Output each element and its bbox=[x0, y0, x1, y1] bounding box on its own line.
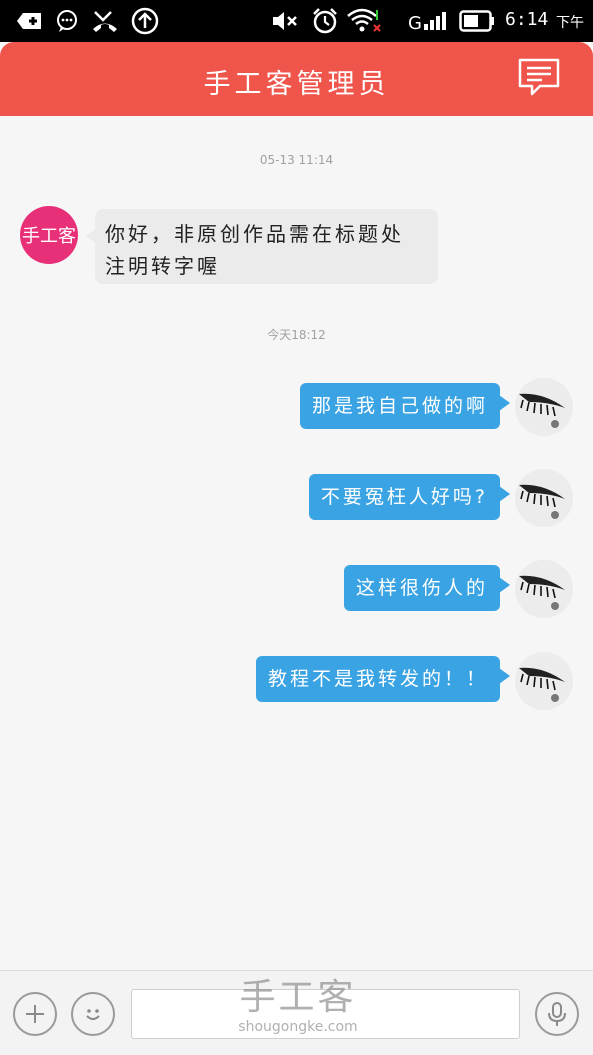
signal-icon: G bbox=[408, 8, 454, 34]
message-bubble-icon bbox=[54, 8, 80, 34]
user-avatar[interactable] bbox=[515, 560, 573, 618]
outgoing-message[interactable]: 那是我自己做的啊 bbox=[299, 383, 511, 429]
missed-call-icon bbox=[90, 8, 120, 34]
outgoing-message[interactable]: 这样很伤人的 bbox=[343, 565, 511, 611]
message-text-line: 你好，非原创作品需在标题处 bbox=[105, 222, 404, 246]
svg-text:G: G bbox=[408, 13, 422, 33]
user-avatar[interactable] bbox=[515, 378, 573, 436]
mute-icon bbox=[270, 8, 300, 34]
chat-title: 手工客管理员 bbox=[203, 69, 390, 100]
emoji-icon[interactable] bbox=[71, 992, 115, 1036]
alarm-icon bbox=[310, 8, 340, 34]
user-avatar[interactable] bbox=[515, 469, 573, 527]
microphone-icon[interactable] bbox=[535, 992, 579, 1036]
timestamp: 05-13 11:14 bbox=[259, 153, 334, 167]
upload-arrow-icon bbox=[130, 7, 160, 35]
outgoing-message[interactable]: 不要冤枉人好吗? bbox=[308, 474, 511, 520]
admin-avatar[interactable]: 手工客 bbox=[20, 206, 78, 264]
status-bar: G 6:14 下午 bbox=[0, 0, 593, 42]
chat-area[interactable]: 05-13 11:14 手工客 你好，非原创作品需在标题处 注明转字喔 今天18… bbox=[0, 116, 593, 970]
message-input[interactable] bbox=[131, 989, 520, 1039]
avatar-text: 手工客 bbox=[22, 226, 76, 247]
input-bar bbox=[0, 970, 593, 1055]
user-avatar[interactable] bbox=[515, 652, 573, 710]
usb-icon bbox=[14, 8, 44, 34]
timestamp: 今天18:12 bbox=[267, 328, 326, 342]
status-time: 6:14 bbox=[505, 9, 549, 30]
status-ampm: 下午 bbox=[556, 15, 584, 31]
plus-icon[interactable] bbox=[13, 992, 57, 1036]
outgoing-message[interactable]: 教程不是我转发的！！ bbox=[255, 656, 511, 702]
incoming-message[interactable]: 你好，非原创作品需在标题处 注明转字喔 bbox=[86, 209, 438, 284]
battery-icon bbox=[458, 8, 496, 34]
message-icon[interactable] bbox=[518, 58, 560, 96]
wifi-icon bbox=[346, 8, 382, 34]
message-text-line: 注明转字喔 bbox=[105, 254, 220, 278]
chat-header: 手工客管理员 bbox=[0, 42, 593, 116]
